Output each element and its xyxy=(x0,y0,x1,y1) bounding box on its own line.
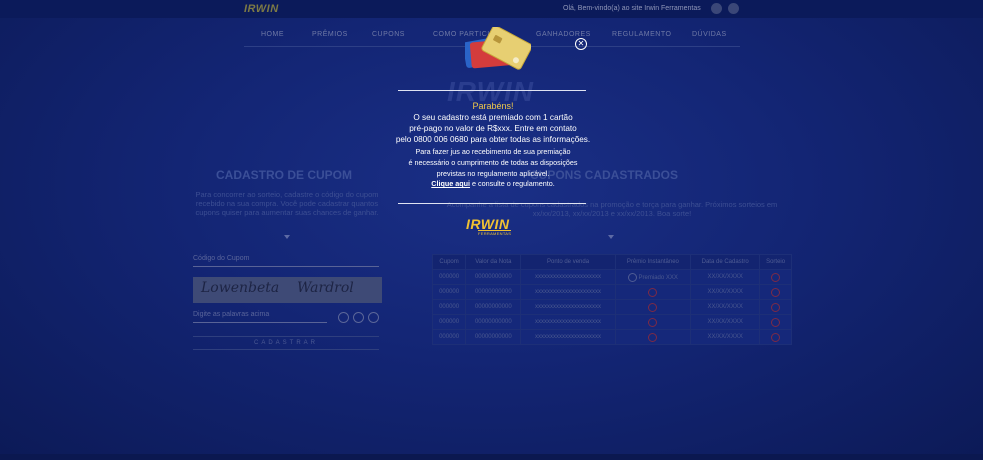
irwin-logo: IRWIN FERRAMENTAS xyxy=(466,216,520,236)
cell-value: 00000000000 xyxy=(465,284,522,300)
table-row: 000000 00000000000 xxxxxxxxxxxxxxxxxxxxx… xyxy=(431,299,792,315)
logo-subtitle: FERRAMENTAS xyxy=(478,230,512,236)
prize-message-line: O seu cadastro está premiado com 1 cartã… xyxy=(413,113,573,122)
cell-value: 00000000000 xyxy=(465,299,522,315)
nav-item-premios[interactable]: PRÊMIOS xyxy=(312,31,348,38)
prize-message: O seu cadastro está premiado com 1 cartã… xyxy=(386,112,600,145)
status-icon xyxy=(648,317,658,327)
help-icon[interactable] xyxy=(368,312,379,323)
welcome-text: Olá, Bem-vindo(a) ao site Irwin Ferramen… xyxy=(563,5,701,12)
submit-coupon-button[interactable]: CADASTRAR xyxy=(193,336,379,350)
status-icon xyxy=(648,332,658,342)
audio-icon[interactable] xyxy=(353,312,364,323)
cell-instant-prize xyxy=(614,329,692,345)
cell-draw xyxy=(759,269,792,285)
nav-item-regulamento[interactable]: REGULAMENTO xyxy=(612,31,671,38)
captcha-input[interactable]: Digite as palavras acima xyxy=(193,311,327,323)
cell-coupon: 000000 xyxy=(431,329,467,345)
chevron-down-icon xyxy=(608,235,614,239)
column-header: Cupom xyxy=(431,254,467,270)
column-header: Prêmio Instantâneo xyxy=(614,254,692,270)
refresh-icon[interactable] xyxy=(338,312,349,323)
left-section-title: CADASTRO DE CUPOM xyxy=(216,168,353,182)
cell-date: XX/XX/XXXX xyxy=(690,314,761,330)
cell-coupon: 000000 xyxy=(431,299,467,315)
cell-store: xxxxxxxxxxxxxxxxxxxxxx xyxy=(520,284,616,300)
modal-divider-top xyxy=(398,90,586,91)
column-header: Ponto de venda xyxy=(520,254,616,270)
modal-divider-bottom xyxy=(398,203,586,204)
cell-instant-prize xyxy=(614,284,692,300)
status-icon xyxy=(648,302,658,312)
terms-line: Para fazer jus ao recebimento de sua pre… xyxy=(415,147,571,156)
terms-line: é necessário o cumprimento de todas as d… xyxy=(408,157,578,167)
cell-date: XX/XX/XXXX xyxy=(690,299,761,315)
coupons-table: Cupom Valor da Nota Ponto de venda Prêmi… xyxy=(431,254,792,345)
cell-store: xxxxxxxxxxxxxxxxxxxxxx xyxy=(520,299,616,315)
terms-line: previstas no regulamento aplicável. xyxy=(436,168,550,178)
cell-value: 00000000000 xyxy=(465,269,522,285)
congrats-heading: Parabéns! xyxy=(472,101,514,111)
captcha-image: Lowenbeta Wardrol xyxy=(193,277,382,303)
cell-store: xxxxxxxxxxxxxxxxxxxxxx xyxy=(520,329,616,345)
cell-instant-prize xyxy=(614,299,692,315)
status-icon xyxy=(627,272,637,282)
terms-line: e consulte o regulamento. xyxy=(470,179,555,189)
cell-coupon: 000000 xyxy=(431,314,467,330)
header-logo[interactable]: IRWIN xyxy=(244,3,279,15)
prize-terms: Para fazer jus ao recebimento de sua pre… xyxy=(386,147,600,190)
table-header-row: Cupom Valor da Nota Ponto de venda Prêmi… xyxy=(431,254,792,270)
cell-instant-prize xyxy=(614,314,692,330)
table-row: 000000 00000000000 xxxxxxxxxxxxxxxxxxxxx… xyxy=(431,329,792,345)
footer-strip xyxy=(0,454,983,460)
user-icon[interactable] xyxy=(711,3,722,14)
column-header: Valor da Nota xyxy=(465,254,522,270)
status-icon xyxy=(771,317,781,327)
rules-link[interactable]: Clique aqui xyxy=(431,179,470,188)
cell-draw xyxy=(759,314,792,330)
terms-line-link: Clique aqui e consulte o regulamento. xyxy=(386,179,600,190)
logout-icon[interactable] xyxy=(728,3,739,14)
column-header: Data de Cadastro xyxy=(690,254,761,270)
cell-date: XX/XX/XXXX xyxy=(690,284,761,300)
cell-draw xyxy=(759,284,792,300)
captcha-word: Wardrol xyxy=(297,280,354,296)
nav-item-duvidas[interactable]: DÚVIDAS xyxy=(692,31,727,38)
close-icon[interactable]: ✕ xyxy=(575,38,587,50)
column-header: Sorteio xyxy=(759,254,792,270)
cell-date: XX/XX/XXXX xyxy=(690,329,761,345)
status-icon xyxy=(771,302,781,312)
cell-store: xxxxxxxxxxxxxxxxxxxxxx xyxy=(520,314,616,330)
cell-draw xyxy=(759,299,792,315)
top-bar: IRWIN Olá, Bem-vindo(a) ao site Irwin Fe… xyxy=(0,0,983,18)
table-row: 000000 00000000000 xxxxxxxxxxxxxxxxxxxxx… xyxy=(431,269,792,285)
cell-store: xxxxxxxxxxxxxxxxxxxxxx xyxy=(520,269,616,285)
credit-cards-icon xyxy=(465,27,531,70)
chevron-down-icon xyxy=(284,235,290,239)
cell-value: 00000000000 xyxy=(465,314,522,330)
coupon-code-input[interactable]: Código do Cupom xyxy=(193,255,379,267)
table-row: 000000 00000000000 xxxxxxxxxxxxxxxxxxxxx… xyxy=(431,284,792,300)
cell-date: XX/XX/XXXX xyxy=(690,269,761,285)
captcha-word: Lowenbeta xyxy=(201,280,280,296)
cell-instant-prize: Premiado XXX xyxy=(614,269,692,285)
cell-draw xyxy=(759,329,792,345)
table-row: 000000 00000000000 xxxxxxxxxxxxxxxxxxxxx… xyxy=(431,314,792,330)
cell-coupon: 000000 xyxy=(431,284,467,300)
status-icon xyxy=(771,287,781,297)
status-icon xyxy=(771,272,781,282)
prize-message-line: pelo 0800 006 0680 para obter todas as i… xyxy=(395,135,591,144)
status-icon xyxy=(771,332,781,342)
prize-message-line: pré-pago no valor de R$xxx. Entre em con… xyxy=(409,124,577,133)
cell-value: 00000000000 xyxy=(465,329,522,345)
cell-coupon: 000000 xyxy=(431,269,467,285)
left-section-text: Para concorrer ao sorteio, cadastre o có… xyxy=(195,190,379,217)
nav-item-home[interactable]: HOME xyxy=(261,31,284,38)
prize-text: Premiado XXX xyxy=(638,274,678,281)
status-icon xyxy=(648,287,658,297)
